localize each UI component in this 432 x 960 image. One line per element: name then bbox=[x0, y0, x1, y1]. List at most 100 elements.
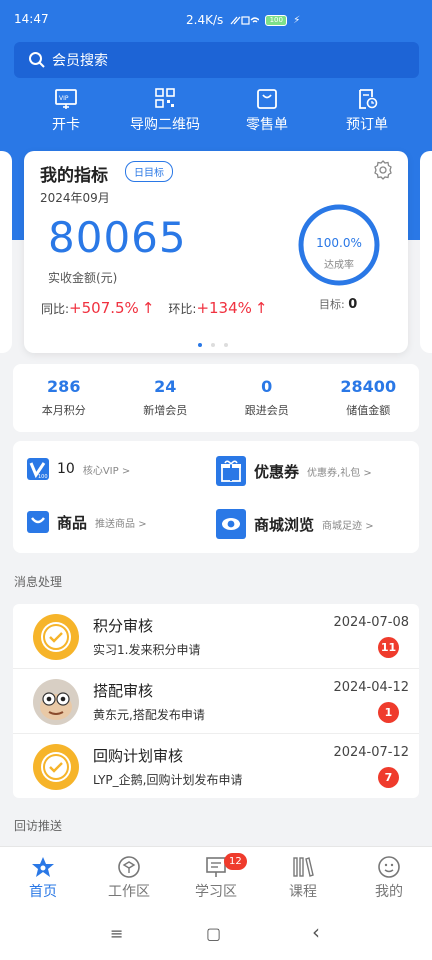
menu-nav-button[interactable]: ≡ bbox=[110, 924, 123, 943]
tab-label: 我的 bbox=[375, 884, 403, 900]
amount-label: 实收金额(元) bbox=[48, 271, 118, 285]
stat-label: 新增会员 bbox=[143, 404, 188, 417]
message-desc: 黄东元,搭配发布申请 bbox=[93, 708, 205, 722]
message-date: 2024-04-12 bbox=[333, 680, 409, 695]
message-item-repurchase[interactable]: 回购计划审核 LYP_企鹅,回购计划发布申请 2024-07-12 7 bbox=[13, 734, 419, 798]
coupon-label: 优惠券 bbox=[254, 462, 300, 481]
followup-section-title: 回访推送 bbox=[14, 819, 63, 833]
carousel-next-card[interactable] bbox=[420, 151, 432, 353]
mall-sub: 商城足迹 > bbox=[322, 520, 374, 532]
indicator-card[interactable]: 我的指标 日目标 2024年09月 80065 实收金额(元) 同比: +507… bbox=[24, 151, 408, 353]
achievement-label: 达成率 bbox=[324, 260, 354, 271]
settings-gear-button[interactable] bbox=[372, 159, 394, 185]
bottom-tab-bar: 首页 工作区 学习区 12 课程 我的 bbox=[0, 846, 432, 910]
message-title: 回购计划审核 bbox=[93, 747, 184, 765]
quick-label: 导购二维码 bbox=[130, 117, 200, 133]
goods-bag-icon bbox=[27, 511, 49, 533]
quick-open-card-button[interactable]: VIP 开卡 bbox=[16, 84, 116, 134]
yoy-arrow-icon: ↑ bbox=[141, 299, 155, 317]
carousel-prev-card[interactable] bbox=[0, 151, 12, 353]
quick-label: 预订单 bbox=[346, 117, 388, 133]
shopping-bag-icon bbox=[257, 89, 277, 109]
unread-badge: 11 bbox=[378, 637, 399, 658]
member-search-input[interactable]: 会员搜索 bbox=[14, 42, 419, 78]
daily-target-tag[interactable]: 日目标 bbox=[125, 161, 173, 182]
battery-icon: 100 bbox=[265, 14, 288, 26]
core-vip-link[interactable]: 100 10 核心VIP > bbox=[27, 458, 130, 480]
tab-label: 课程 bbox=[289, 884, 317, 900]
goods-label: 商品 bbox=[57, 513, 88, 532]
vip-count: 10 bbox=[57, 461, 75, 477]
stat-follow-members[interactable]: 0 跟进会员 bbox=[216, 364, 318, 432]
eye-icon bbox=[216, 509, 246, 539]
message-item-outfit[interactable]: 搭配审核 黄东元,搭配发布申请 2024-04-12 1 bbox=[13, 669, 419, 733]
home-nav-button[interactable]: ▢ bbox=[206, 924, 221, 943]
search-icon bbox=[29, 52, 45, 68]
message-item-points[interactable]: 积分审核 实习1.发来积分申请 2024-07-08 11 bbox=[13, 604, 419, 668]
unread-badge: 7 bbox=[378, 767, 399, 788]
search-placeholder: 会员搜索 bbox=[52, 53, 108, 69]
messages-section-title: 消息处理 bbox=[14, 575, 63, 589]
mom-value: +134% bbox=[196, 299, 252, 317]
coupon-link[interactable]: 优惠券 优惠券,礼包 > bbox=[216, 456, 372, 486]
amount-value: 80065 bbox=[48, 213, 187, 262]
stat-label: 储值金额 bbox=[346, 404, 391, 417]
quick-retail-order-button[interactable]: 零售单 bbox=[217, 84, 317, 134]
course-icon bbox=[293, 857, 314, 877]
stat-stored-value[interactable]: 28400 储值金额 bbox=[318, 364, 420, 432]
goods-link[interactable]: 商品 推送商品 > bbox=[27, 511, 147, 533]
tab-profile[interactable]: 我的 bbox=[349, 853, 429, 901]
message-title: 搭配审核 bbox=[93, 682, 154, 700]
achievement-ring: 100.0% 达成率 bbox=[297, 203, 381, 287]
tab-label: 首页 bbox=[29, 884, 57, 900]
quick-qr-code-button[interactable]: 导购二维码 bbox=[115, 84, 215, 134]
message-desc: 实习1.发来积分申请 bbox=[93, 643, 201, 657]
order-clock-icon bbox=[359, 89, 378, 109]
check-avatar-icon bbox=[33, 744, 79, 790]
network-speed: 2.4K/s bbox=[186, 13, 224, 27]
home-icon bbox=[32, 857, 54, 877]
gear-icon bbox=[374, 160, 392, 180]
workspace-icon bbox=[118, 856, 140, 878]
vip-sub: 核心VIP > bbox=[82, 465, 131, 477]
tab-study[interactable]: 学习区 12 bbox=[176, 853, 256, 901]
stat-value: 0 bbox=[261, 377, 273, 396]
achievement-rate: 100.0% bbox=[316, 236, 362, 250]
back-nav-button[interactable]: ‹ bbox=[312, 920, 320, 944]
charging-icon: ⚡ bbox=[293, 14, 301, 26]
qr-code-icon bbox=[155, 88, 175, 108]
stat-monthly-points[interactable]: 286 本月积分 bbox=[13, 364, 115, 432]
svg-text:100: 100 bbox=[38, 474, 48, 480]
target-row: 目标: 0 bbox=[319, 296, 357, 312]
mom-label: 环比: bbox=[168, 302, 197, 316]
stat-new-members[interactable]: 24 新增会员 bbox=[115, 364, 217, 432]
tab-workspace[interactable]: 工作区 bbox=[89, 853, 169, 901]
quick-actions: VIP 开卡 导购二维码 零售单 预订单 bbox=[0, 84, 432, 140]
quick-label: 开卡 bbox=[52, 117, 80, 133]
check-avatar-icon bbox=[33, 614, 79, 660]
quick-label: 零售单 bbox=[246, 117, 288, 133]
quick-preorder-button[interactable]: 预订单 bbox=[317, 84, 417, 134]
stat-value: 286 bbox=[47, 377, 81, 396]
status-bar: 14:47 2.4K/s 100 ⚡ bbox=[0, 0, 432, 38]
signal-icon bbox=[230, 15, 260, 25]
indicator-title: 我的指标 bbox=[40, 166, 108, 186]
stat-label: 跟进会员 bbox=[244, 404, 289, 417]
mall-browse-link[interactable]: 商城浏览 商城足迹 > bbox=[216, 509, 374, 539]
target-value: 0 bbox=[348, 297, 358, 312]
tab-course[interactable]: 课程 bbox=[263, 853, 343, 901]
svg-text:VIP: VIP bbox=[59, 95, 69, 102]
stat-value: 28400 bbox=[340, 377, 397, 396]
target-label: 目标: bbox=[319, 298, 345, 311]
message-desc: LYP_企鹅,回购计划发布申请 bbox=[93, 773, 243, 787]
tab-home[interactable]: 首页 bbox=[3, 853, 83, 901]
status-network: 2.4K/s 100 ⚡ bbox=[186, 13, 300, 27]
message-title: 积分审核 bbox=[93, 617, 154, 635]
system-nav-bar: ≡ ▢ ‹ bbox=[0, 910, 432, 960]
mom-arrow-icon: ↑ bbox=[254, 299, 268, 317]
carousel-dot bbox=[211, 343, 215, 347]
vip-card-icon: VIP bbox=[55, 89, 77, 109]
mall-label: 商城浏览 bbox=[254, 515, 315, 534]
stat-value: 24 bbox=[154, 377, 177, 396]
yoy-value: +507.5% bbox=[69, 299, 139, 317]
